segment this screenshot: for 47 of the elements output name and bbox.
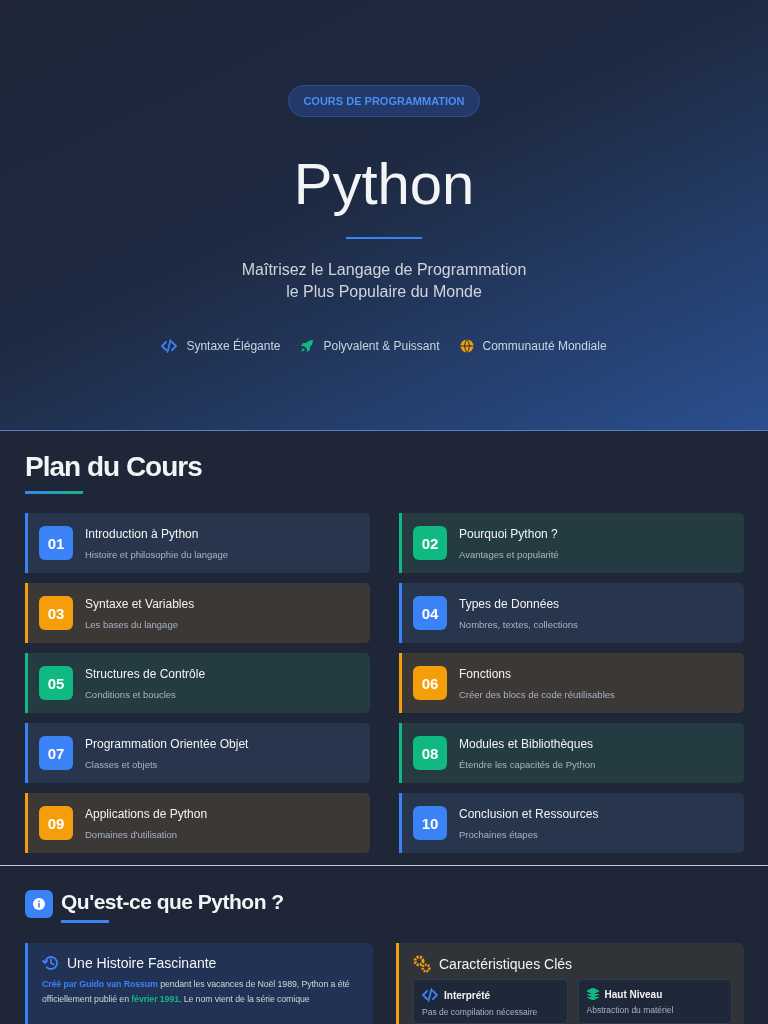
- module-title: Modules et Bibliothèques: [459, 736, 595, 751]
- course-badge: COURS DE PROGRAMMATION: [288, 85, 480, 117]
- module-number: 09: [39, 806, 73, 840]
- feature-label: Communauté Mondiale: [482, 339, 607, 353]
- module-title: Programmation Orientée Objet: [85, 736, 249, 751]
- module-subtitle: Créer des blocs de code réutilisables: [459, 688, 615, 700]
- history-icon: [42, 955, 59, 971]
- module-title: Types de Données: [459, 596, 561, 611]
- module-title: Syntaxe et Variables: [85, 596, 195, 611]
- module-subtitle: Classes et objets: [85, 758, 159, 770]
- card-title: Caractéristiques Clés: [439, 956, 573, 972]
- section-title: Plan du Cours: [25, 451, 203, 483]
- feature-title: Interprété: [444, 989, 491, 1001]
- feature-description: Abstraction du matériel: [586, 1005, 675, 1015]
- module-title: Structures de Contrôle: [85, 666, 206, 681]
- module-subtitle: Les bases du langage: [85, 618, 179, 630]
- module-number: 04: [413, 596, 447, 630]
- module-title: Conclusion et Ressources: [459, 806, 599, 821]
- module-title: Introduction à Python: [85, 526, 200, 541]
- module-title: Applications de Python: [85, 806, 208, 821]
- module-subtitle: Étendre les capacités de Python: [459, 758, 596, 770]
- subtitle: Maîtrisez le Langage de Programmation le Plus Populaire du Monde: [241, 260, 527, 302]
- module-number: 03: [39, 596, 73, 630]
- module-number: 10: [413, 806, 447, 840]
- module-subtitle: Nombres, textes, collections: [459, 618, 578, 630]
- module-number: 05: [39, 666, 73, 700]
- module-number: 06: [413, 666, 447, 700]
- module-subtitle: Prochaines étapes: [459, 828, 539, 840]
- feature-label: Syntaxe Élégante: [186, 339, 281, 353]
- module-subtitle: Conditions et boucles: [85, 688, 177, 700]
- module-subtitle: Avantages et popularité: [459, 548, 559, 560]
- module-number: 07: [39, 736, 73, 770]
- feature-description: Pas de compilation nécessaire: [422, 1007, 539, 1017]
- history-paragraph: Créé par Guido van Rossum pendant les vacances de Noël 1989, Python a été officiellement publié en février 1991. Le nom vient de la série comique: [42, 978, 351, 1006]
- feature-title: Haut Niveau: [604, 988, 663, 1000]
- module-number: 01: [39, 526, 73, 560]
- section-title: Qu'est-ce que Python ?: [61, 890, 284, 914]
- feature-label: Polyvalent & Puissant: [323, 339, 440, 353]
- gears-icon: [413, 955, 431, 973]
- module-subtitle: Domaines d'utilisation: [85, 828, 179, 840]
- info-icon: [25, 890, 53, 918]
- module-number: 02: [413, 526, 447, 560]
- module-title: Pourquoi Python ?: [459, 526, 559, 541]
- module-subtitle: Histoire et philosophie du langage: [85, 548, 229, 560]
- card-title: Une Histoire Fascinante: [67, 955, 217, 971]
- module-number: 08: [413, 736, 447, 770]
- module-title: Fonctions: [459, 666, 513, 681]
